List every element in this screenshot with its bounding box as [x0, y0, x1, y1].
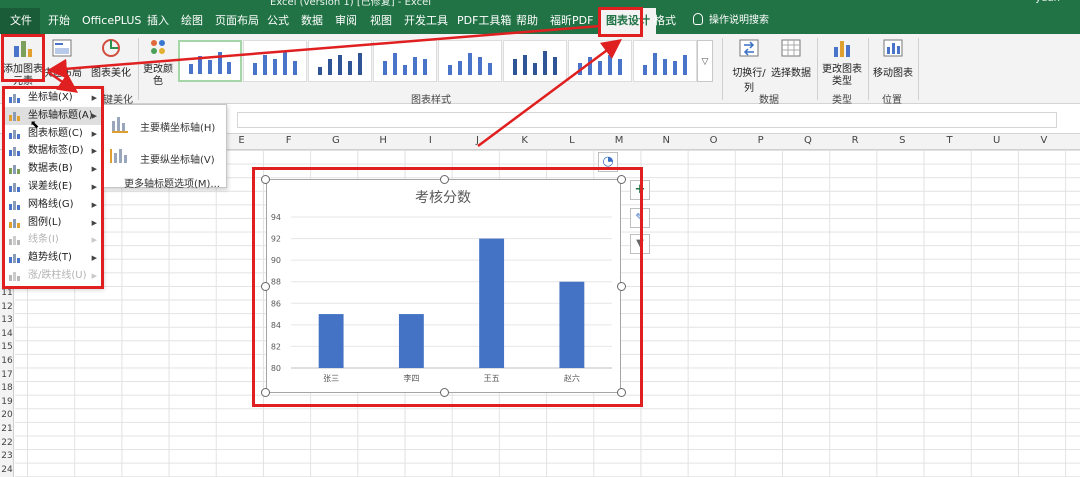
annotation-arrows	[47, 24, 623, 148]
arrow-tab-to-button	[47, 24, 601, 79]
arrow-chart-to-tab	[477, 39, 623, 148]
arrow-button-to-menu	[47, 70, 79, 93]
